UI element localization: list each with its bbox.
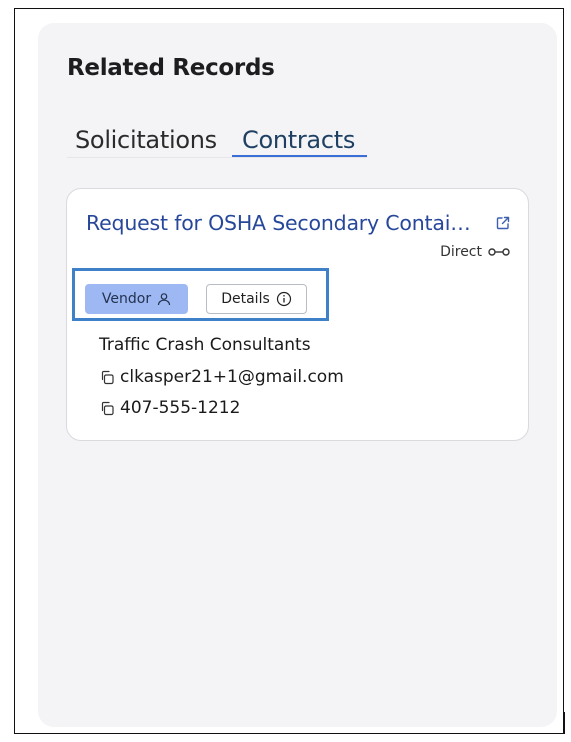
active-tab-indicator — [232, 155, 367, 157]
contract-title-link[interactable]: Request for OSHA Secondary Contai… — [86, 211, 476, 235]
link-chain-icon — [488, 248, 510, 256]
vendor-phone: 407-555-1212 — [120, 398, 241, 418]
details-button[interactable]: Details — [206, 284, 307, 314]
vendor-email-row: clkasper21+1@gmail.com — [99, 367, 344, 387]
tab-bar-divider — [67, 157, 367, 158]
external-link-icon[interactable] — [495, 215, 511, 231]
vendor-email: clkasper21+1@gmail.com — [120, 367, 344, 387]
tab-solicitations[interactable]: Solicitations — [67, 125, 225, 155]
tab-bar: Solicitations Contracts — [67, 120, 367, 160]
vendor-name: Traffic Crash Consultants — [99, 335, 311, 355]
vendor-button-label: Vendor — [101, 291, 152, 307]
copy-icon[interactable] — [99, 400, 116, 417]
relation-label: Direct — [440, 244, 482, 260]
vendor-button[interactable]: Vendor — [85, 284, 188, 314]
panel-title: Related Records — [67, 55, 275, 81]
relation-type: Direct — [440, 244, 510, 260]
vendor-phone-row: 407-555-1212 — [99, 398, 240, 418]
tab-contracts[interactable]: Contracts — [234, 125, 363, 155]
details-button-label: Details — [221, 291, 270, 307]
info-icon — [276, 291, 291, 307]
copy-icon[interactable] — [99, 369, 116, 386]
person-icon — [157, 293, 171, 306]
frame-edge-mark — [564, 712, 565, 734]
